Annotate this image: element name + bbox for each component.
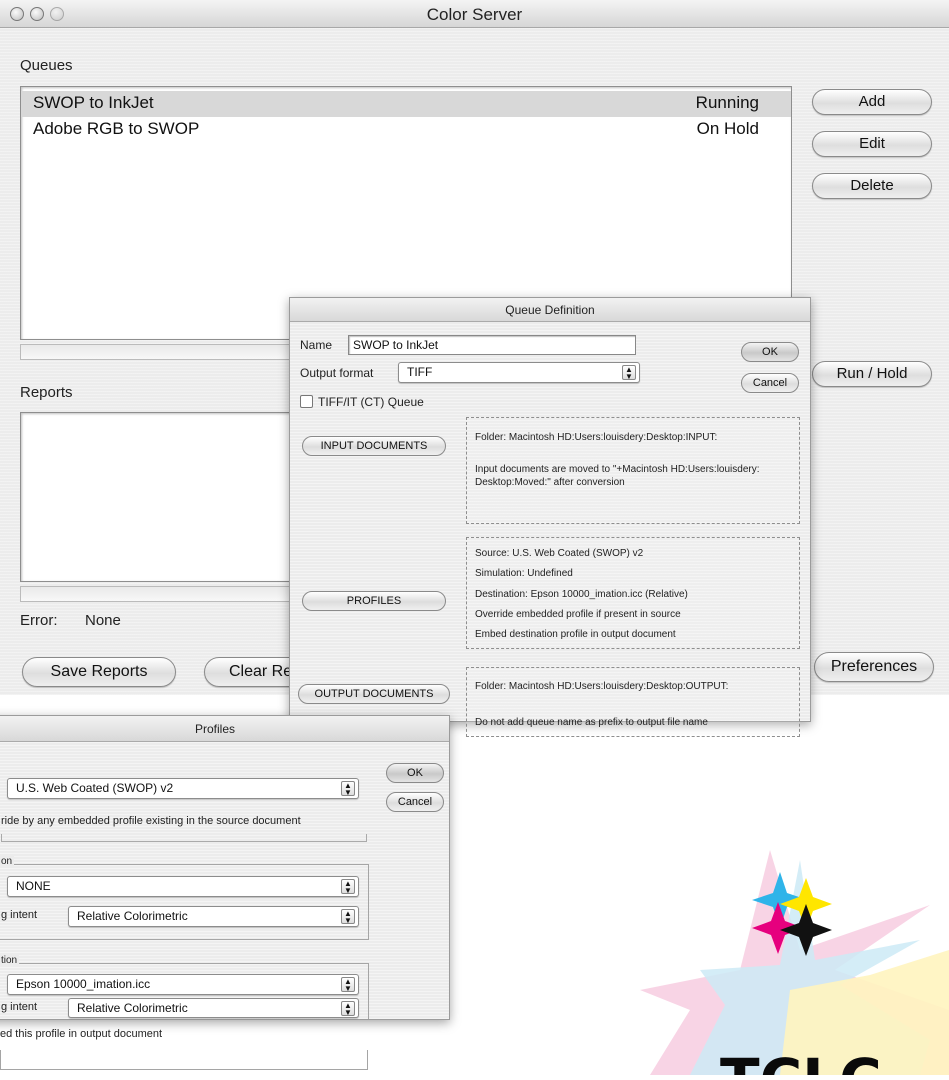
profiles-summary-box: Source: U.S. Web Coated (SWOP) v2 Simula… (466, 537, 800, 649)
output-format-select[interactable]: TIFF ▲ ▼ (398, 362, 640, 383)
source-profile-value: U.S. Web Coated (SWOP) v2 (16, 781, 174, 795)
destination-profile-value: Epson 10000_imation.icc (16, 977, 151, 991)
profile-source-text: Source: U.S. Web Coated (SWOP) v2 (475, 548, 644, 559)
output-folder-text: Folder: Macintosh HD:Users:louisdery:Des… (475, 681, 729, 692)
popup-arrows-icon: ▲ ▼ (341, 781, 355, 797)
popup-arrows-icon: ▲ ▼ (341, 1001, 355, 1017)
queue-row[interactable]: Adobe RGB to SWOP On Hold (21, 117, 791, 143)
override-divider (1, 834, 367, 842)
destination-group-label: tion (0, 955, 20, 966)
tiffit-label: TIFF/IT (CT) Queue (318, 395, 424, 409)
queue-row[interactable]: SWOP to InkJet Running (21, 91, 791, 117)
save-reports-button[interactable]: Save Reports (22, 657, 176, 687)
simulation-group-label: on (0, 856, 15, 867)
profile-simulation-text: Simulation: Undefined (475, 568, 573, 579)
profiles-dialog: Profiles U.S. Web Coated (SWOP) v2 ▲ ▼ OK… (0, 715, 450, 1020)
add-button[interactable]: Add (812, 89, 932, 115)
profiles-cancel-button[interactable]: Cancel (386, 792, 444, 812)
queue-name: SWOP to InkJet (33, 93, 154, 112)
window-title: Color Server (426, 5, 523, 24)
reports-label: Reports (20, 384, 73, 401)
profiles-button[interactable]: PROFILES (302, 591, 446, 611)
destination-intent-value: Relative Colorimetric (77, 1001, 188, 1015)
profile-embed-text: Embed destination profile in output docu… (475, 629, 676, 640)
source-profile-select[interactable]: U.S. Web Coated (SWOP) v2 ▲ ▼ (7, 778, 359, 799)
title-bar: Color Server (0, 0, 949, 28)
output-documents-button[interactable]: OUTPUT DOCUMENTS (298, 684, 450, 704)
popup-arrows-icon: ▲ ▼ (341, 879, 355, 895)
input-note-2: Desktop:Moved:" after conversion (475, 477, 625, 488)
destination-group-bottom (0, 1050, 368, 1070)
tiffit-checkbox[interactable] (300, 395, 313, 408)
queue-status: On Hold (696, 119, 759, 138)
simulation-profile-value: NONE (16, 879, 51, 893)
profiles-ok-button[interactable]: OK (386, 763, 444, 783)
output-summary-box: Folder: Macintosh HD:Users:louisdery:Des… (466, 667, 800, 737)
simulation-intent-value: Relative Colorimetric (77, 909, 188, 923)
input-summary-box: Folder: Macintosh HD:Users:louisdery:Des… (466, 417, 800, 524)
popup-arrows-icon: ▲ ▼ (341, 909, 355, 925)
queue-name-field[interactable]: SWOP to InkJet (348, 335, 636, 355)
profile-destination-text: Destination: Epson 10000_imation.icc (Re… (475, 589, 688, 600)
error-label: Error: (20, 612, 58, 629)
tclc-logo: TCLC (630, 800, 949, 1080)
queue-definition-title: Queue Definition (290, 298, 810, 322)
input-folder-text: Folder: Macintosh HD:Users:louisdery:Des… (475, 432, 718, 443)
embed-profile-option-text[interactable]: ed this profile in output document (0, 1028, 162, 1040)
override-option-text[interactable]: ride by any embedded profile existing in… (1, 815, 301, 827)
output-format-label: Output format (300, 366, 374, 380)
output-note: Do not add queue name as prefix to outpu… (475, 717, 708, 728)
profile-override-text: Override embedded profile if present in … (475, 609, 681, 620)
simulation-intent-select[interactable]: Relative Colorimetric ▲ ▼ (68, 906, 359, 927)
error-value: None (85, 612, 121, 629)
profiles-title: Profiles (0, 716, 449, 742)
output-format-value: TIFF (407, 365, 433, 379)
simulation-profile-select[interactable]: NONE ▲ ▼ (7, 876, 359, 897)
destination-profile-select[interactable]: Epson 10000_imation.icc ▲ ▼ (7, 974, 359, 995)
queue-name: Adobe RGB to SWOP (33, 119, 200, 138)
preferences-button[interactable]: Preferences (814, 652, 934, 682)
name-label: Name (300, 338, 333, 352)
simulation-intent-label: g intent (1, 909, 38, 921)
input-documents-button[interactable]: INPUT DOCUMENTS (302, 436, 446, 456)
popup-arrows-icon: ▲ ▼ (622, 365, 636, 381)
logo-text: TCLC (720, 1046, 882, 1075)
destination-intent-select[interactable]: Relative Colorimetric ▲ ▼ (68, 998, 359, 1018)
popup-arrows-icon: ▲ ▼ (341, 977, 355, 993)
queues-label: Queues (20, 57, 73, 74)
queue-definition-dialog: Queue Definition Name SWOP to InkJet Out… (289, 297, 811, 737)
delete-button[interactable]: Delete (812, 173, 932, 199)
edit-button[interactable]: Edit (812, 131, 932, 157)
cancel-button[interactable]: Cancel (741, 373, 799, 393)
ok-button[interactable]: OK (741, 342, 799, 362)
input-note-1: Input documents are moved to "+Macintosh… (475, 464, 760, 475)
run-hold-button[interactable]: Run / Hold (812, 361, 932, 387)
destination-intent-label: g intent (1, 1001, 38, 1013)
queue-status: Running (695, 93, 759, 112)
